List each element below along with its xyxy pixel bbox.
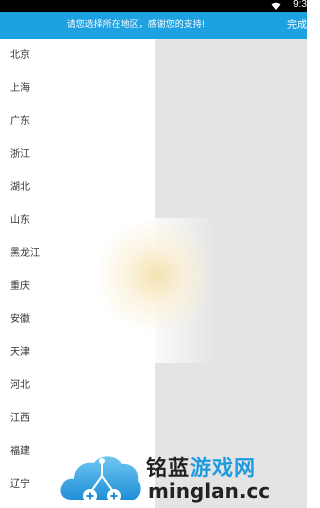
watermark-brand-part2: 游戏网 xyxy=(190,456,256,480)
watermark-brand-part1: 铭蓝 xyxy=(146,456,190,480)
page-title: 请您选择所在地区，感谢您的支持! xyxy=(66,20,206,30)
province-item[interactable]: 浙江 xyxy=(0,138,155,171)
status-bar: 9:3 xyxy=(0,0,307,12)
province-item[interactable]: 广东 xyxy=(0,105,155,138)
wifi-icon xyxy=(271,2,281,10)
cloud-logo-icon xyxy=(60,456,141,503)
province-item[interactable]: 江西 xyxy=(0,402,155,435)
province-item[interactable]: 天津 xyxy=(0,336,155,369)
province-item[interactable]: 河北 xyxy=(0,369,155,402)
province-item[interactable]: 湖北 xyxy=(0,171,155,204)
watermark: 铭蓝游戏网 minglan.cc xyxy=(58,448,307,508)
province-item[interactable]: 上海 xyxy=(0,72,155,105)
province-item[interactable]: 北京 xyxy=(0,39,155,72)
watermark-domain: minglan.cc xyxy=(148,479,271,503)
status-time: 9:3 xyxy=(293,0,307,10)
done-button[interactable]: 完成 xyxy=(284,12,307,39)
title-bar: 请您选择所在地区，感谢您的支持! 完成 xyxy=(0,12,307,39)
loading-spinner-icon xyxy=(96,218,216,333)
watermark-brand: 铭蓝游戏网 xyxy=(146,452,256,482)
